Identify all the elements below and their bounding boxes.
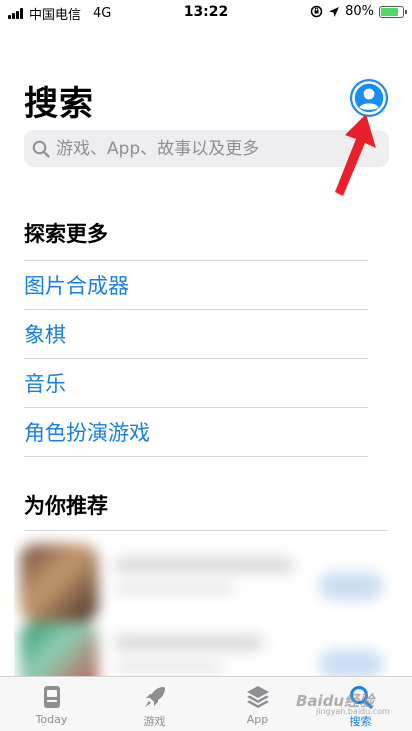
explore-item[interactable]: 音乐 xyxy=(24,358,368,407)
explore-item[interactable]: 图片合成器 xyxy=(24,260,368,309)
explore-title: 探索更多 xyxy=(24,222,108,246)
magnifier-icon xyxy=(32,140,50,158)
app-subtitle-placeholder xyxy=(114,662,224,672)
tab-label: Today xyxy=(35,713,68,726)
status-right: 80% xyxy=(310,4,407,19)
today-icon xyxy=(43,686,60,708)
app-subtitle-placeholder xyxy=(114,584,234,594)
explore-item[interactable]: 角色扮演游戏 xyxy=(24,407,368,456)
tab-label: App xyxy=(246,713,269,726)
status-bar: 中国电信 4G 13:22 80% xyxy=(0,0,412,24)
page-title: 搜索 xyxy=(24,84,94,124)
app-name-placeholder xyxy=(114,558,294,572)
tab-label: 游戏 xyxy=(143,715,166,728)
location-icon xyxy=(329,6,340,17)
blurred-content xyxy=(14,530,398,676)
recommend-title: 为你推荐 xyxy=(24,494,108,518)
list-item[interactable] xyxy=(14,544,398,622)
tab-apps[interactable]: App xyxy=(206,677,309,731)
battery-icon xyxy=(379,5,407,18)
tab-games[interactable]: 游戏 xyxy=(103,677,206,731)
list-item[interactable] xyxy=(14,622,398,676)
search-input[interactable] xyxy=(56,138,356,159)
explore-divider xyxy=(24,456,368,457)
stack-icon xyxy=(246,686,269,708)
recommendation-list[interactable] xyxy=(14,530,398,676)
explore-list: 图片合成器 象棋 音乐 角色扮演游戏 xyxy=(24,260,368,456)
get-button[interactable] xyxy=(319,572,383,600)
tab-today[interactable]: Today xyxy=(0,677,103,731)
battery-percent: 80% xyxy=(345,4,374,19)
annotation-arrow-icon xyxy=(335,114,376,196)
app-thumbnail xyxy=(20,544,98,622)
rocket-icon xyxy=(144,687,165,707)
app-thumbnail xyxy=(20,622,98,676)
get-button[interactable] xyxy=(319,650,383,676)
orientation-lock-icon xyxy=(310,5,323,18)
explore-item[interactable]: 象棋 xyxy=(24,309,368,358)
app-name-placeholder xyxy=(114,636,264,650)
watermark-url: jingyan.baidu.com xyxy=(316,707,390,716)
